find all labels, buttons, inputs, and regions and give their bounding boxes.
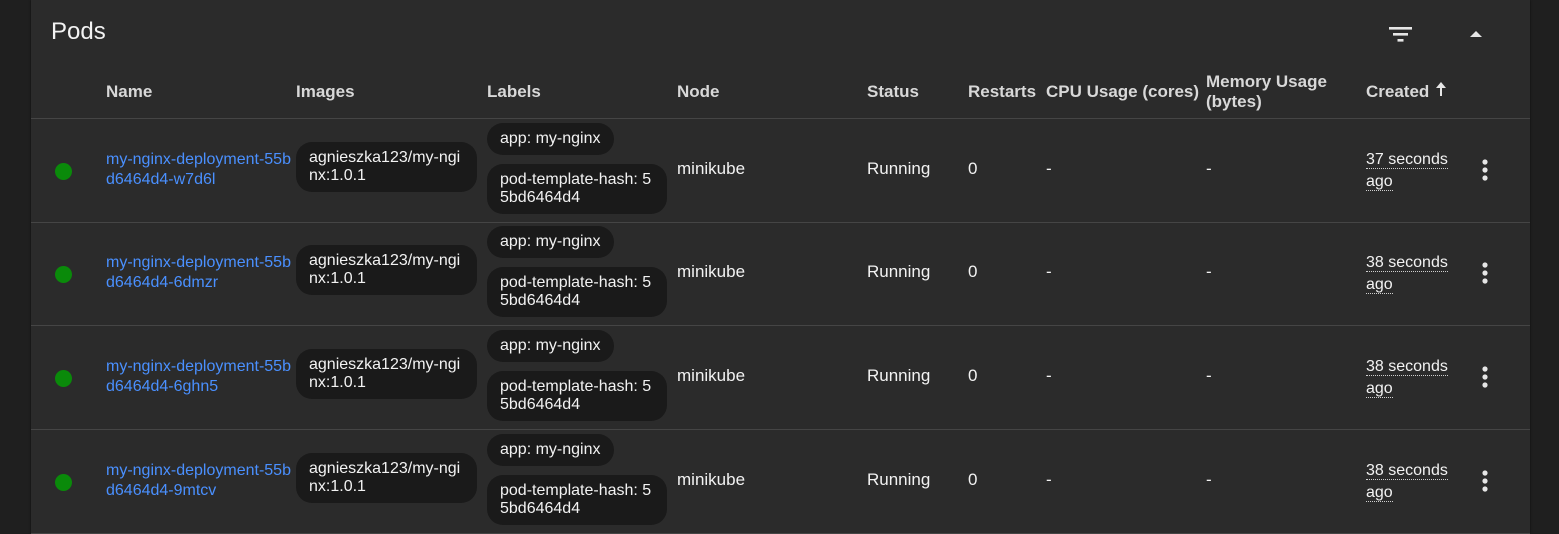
label-chip: pod-template-hash: 55bd6464d4 bbox=[487, 371, 667, 421]
label-chip: pod-template-hash: 55bd6464d4 bbox=[487, 267, 667, 317]
label-chip: app: my-nginx bbox=[487, 123, 614, 155]
right-gutter bbox=[1530, 0, 1559, 534]
pod-name-link[interactable]: my-nginx-deployment-55bd6464d4-w7d6l bbox=[106, 150, 291, 190]
status-cell: Running bbox=[867, 470, 931, 489]
node-cell: minikube bbox=[677, 262, 746, 281]
created-header-label: Created bbox=[1366, 82, 1430, 101]
node-cell: minikube bbox=[677, 470, 746, 489]
pod-name-link[interactable]: my-nginx-deployment-55bd6464d4-6dmzr bbox=[106, 253, 291, 293]
created-cell: 38 seconds ago bbox=[1366, 356, 1466, 400]
memory-cell: - bbox=[1206, 366, 1212, 385]
left-gutter bbox=[0, 0, 30, 534]
more-vert-icon[interactable] bbox=[1475, 260, 1495, 286]
created-cell: 37 seconds ago bbox=[1366, 149, 1466, 193]
label-chip: pod-template-hash: 55bd6464d4 bbox=[487, 475, 667, 525]
column-header-name[interactable]: Name bbox=[106, 66, 152, 118]
image-chip: agnieszka123/my-nginx:1.0.1 bbox=[296, 453, 477, 503]
cpu-cell: - bbox=[1046, 470, 1052, 489]
memory-header-line2: (bytes) bbox=[1206, 92, 1262, 111]
status-ok-icon bbox=[55, 474, 72, 491]
created-time: 38 seconds ago bbox=[1366, 254, 1448, 294]
memory-header-line1: Memory Usage bbox=[1206, 72, 1327, 91]
filter-list-icon[interactable] bbox=[1387, 22, 1415, 46]
table-row[interactable]: my-nginx-deployment-55bd6464d4-6ghn5 agn… bbox=[31, 326, 1530, 430]
status-cell: Running bbox=[867, 366, 931, 385]
status-ok-icon bbox=[55, 266, 72, 283]
created-cell: 38 seconds ago bbox=[1366, 252, 1466, 296]
table-row[interactable]: my-nginx-deployment-55bd6464d4-w7d6l agn… bbox=[31, 119, 1530, 223]
status-ok-icon bbox=[55, 163, 72, 180]
node-cell: minikube bbox=[677, 159, 746, 178]
more-vert-icon[interactable] bbox=[1475, 364, 1495, 390]
column-header-memory[interactable]: Memory Usage (bytes) bbox=[1206, 66, 1327, 118]
table-header: Name Images Labels Node Status Restarts … bbox=[31, 66, 1530, 119]
status-ok-icon bbox=[55, 370, 72, 387]
arrow-up-icon bbox=[1435, 82, 1447, 102]
memory-cell: - bbox=[1206, 262, 1212, 281]
cpu-cell: - bbox=[1046, 159, 1052, 178]
label-chip: app: my-nginx bbox=[487, 226, 614, 258]
label-chip: app: my-nginx bbox=[487, 330, 614, 362]
image-chip: agnieszka123/my-nginx:1.0.1 bbox=[296, 142, 477, 192]
status-cell: Running bbox=[867, 262, 931, 281]
pods-card: Pods Name Images Labels Node Status Rest… bbox=[31, 0, 1530, 534]
cpu-cell: - bbox=[1046, 366, 1052, 385]
cpu-cell: - bbox=[1046, 262, 1052, 281]
column-header-cpu[interactable]: CPU Usage (cores) bbox=[1046, 66, 1199, 118]
created-time: 37 seconds ago bbox=[1366, 151, 1448, 191]
more-vert-icon[interactable] bbox=[1475, 157, 1495, 183]
restarts-cell: 0 bbox=[968, 262, 978, 281]
column-header-images[interactable]: Images bbox=[296, 66, 355, 118]
created-cell: 38 seconds ago bbox=[1366, 460, 1466, 504]
more-vert-icon[interactable] bbox=[1475, 468, 1495, 494]
column-header-created[interactable]: Created bbox=[1366, 66, 1447, 118]
pod-name-link[interactable]: my-nginx-deployment-55bd6464d4-6ghn5 bbox=[106, 357, 291, 397]
card-title: Pods bbox=[51, 18, 106, 45]
node-cell: minikube bbox=[677, 366, 746, 385]
status-cell: Running bbox=[867, 159, 931, 178]
restarts-cell: 0 bbox=[968, 366, 978, 385]
image-chip: agnieszka123/my-nginx:1.0.1 bbox=[296, 245, 477, 295]
chevron-up-icon[interactable] bbox=[1463, 22, 1489, 46]
restarts-cell: 0 bbox=[968, 159, 978, 178]
column-header-status[interactable]: Status bbox=[867, 66, 919, 118]
memory-cell: - bbox=[1206, 159, 1212, 178]
column-header-restarts[interactable]: Restarts bbox=[968, 66, 1036, 118]
table-row[interactable]: my-nginx-deployment-55bd6464d4-6dmzr agn… bbox=[31, 222, 1530, 326]
column-header-node[interactable]: Node bbox=[677, 66, 720, 118]
created-time: 38 seconds ago bbox=[1366, 358, 1448, 398]
memory-cell: - bbox=[1206, 470, 1212, 489]
column-header-labels[interactable]: Labels bbox=[487, 66, 541, 118]
image-chip: agnieszka123/my-nginx:1.0.1 bbox=[296, 349, 477, 399]
label-chip: app: my-nginx bbox=[487, 434, 614, 466]
restarts-cell: 0 bbox=[968, 470, 978, 489]
pod-name-link[interactable]: my-nginx-deployment-55bd6464d4-9mtcv bbox=[106, 461, 291, 501]
created-time: 38 seconds ago bbox=[1366, 462, 1448, 502]
table-row[interactable]: my-nginx-deployment-55bd6464d4-9mtcv agn… bbox=[31, 430, 1530, 534]
label-chip: pod-template-hash: 55bd6464d4 bbox=[487, 164, 667, 214]
